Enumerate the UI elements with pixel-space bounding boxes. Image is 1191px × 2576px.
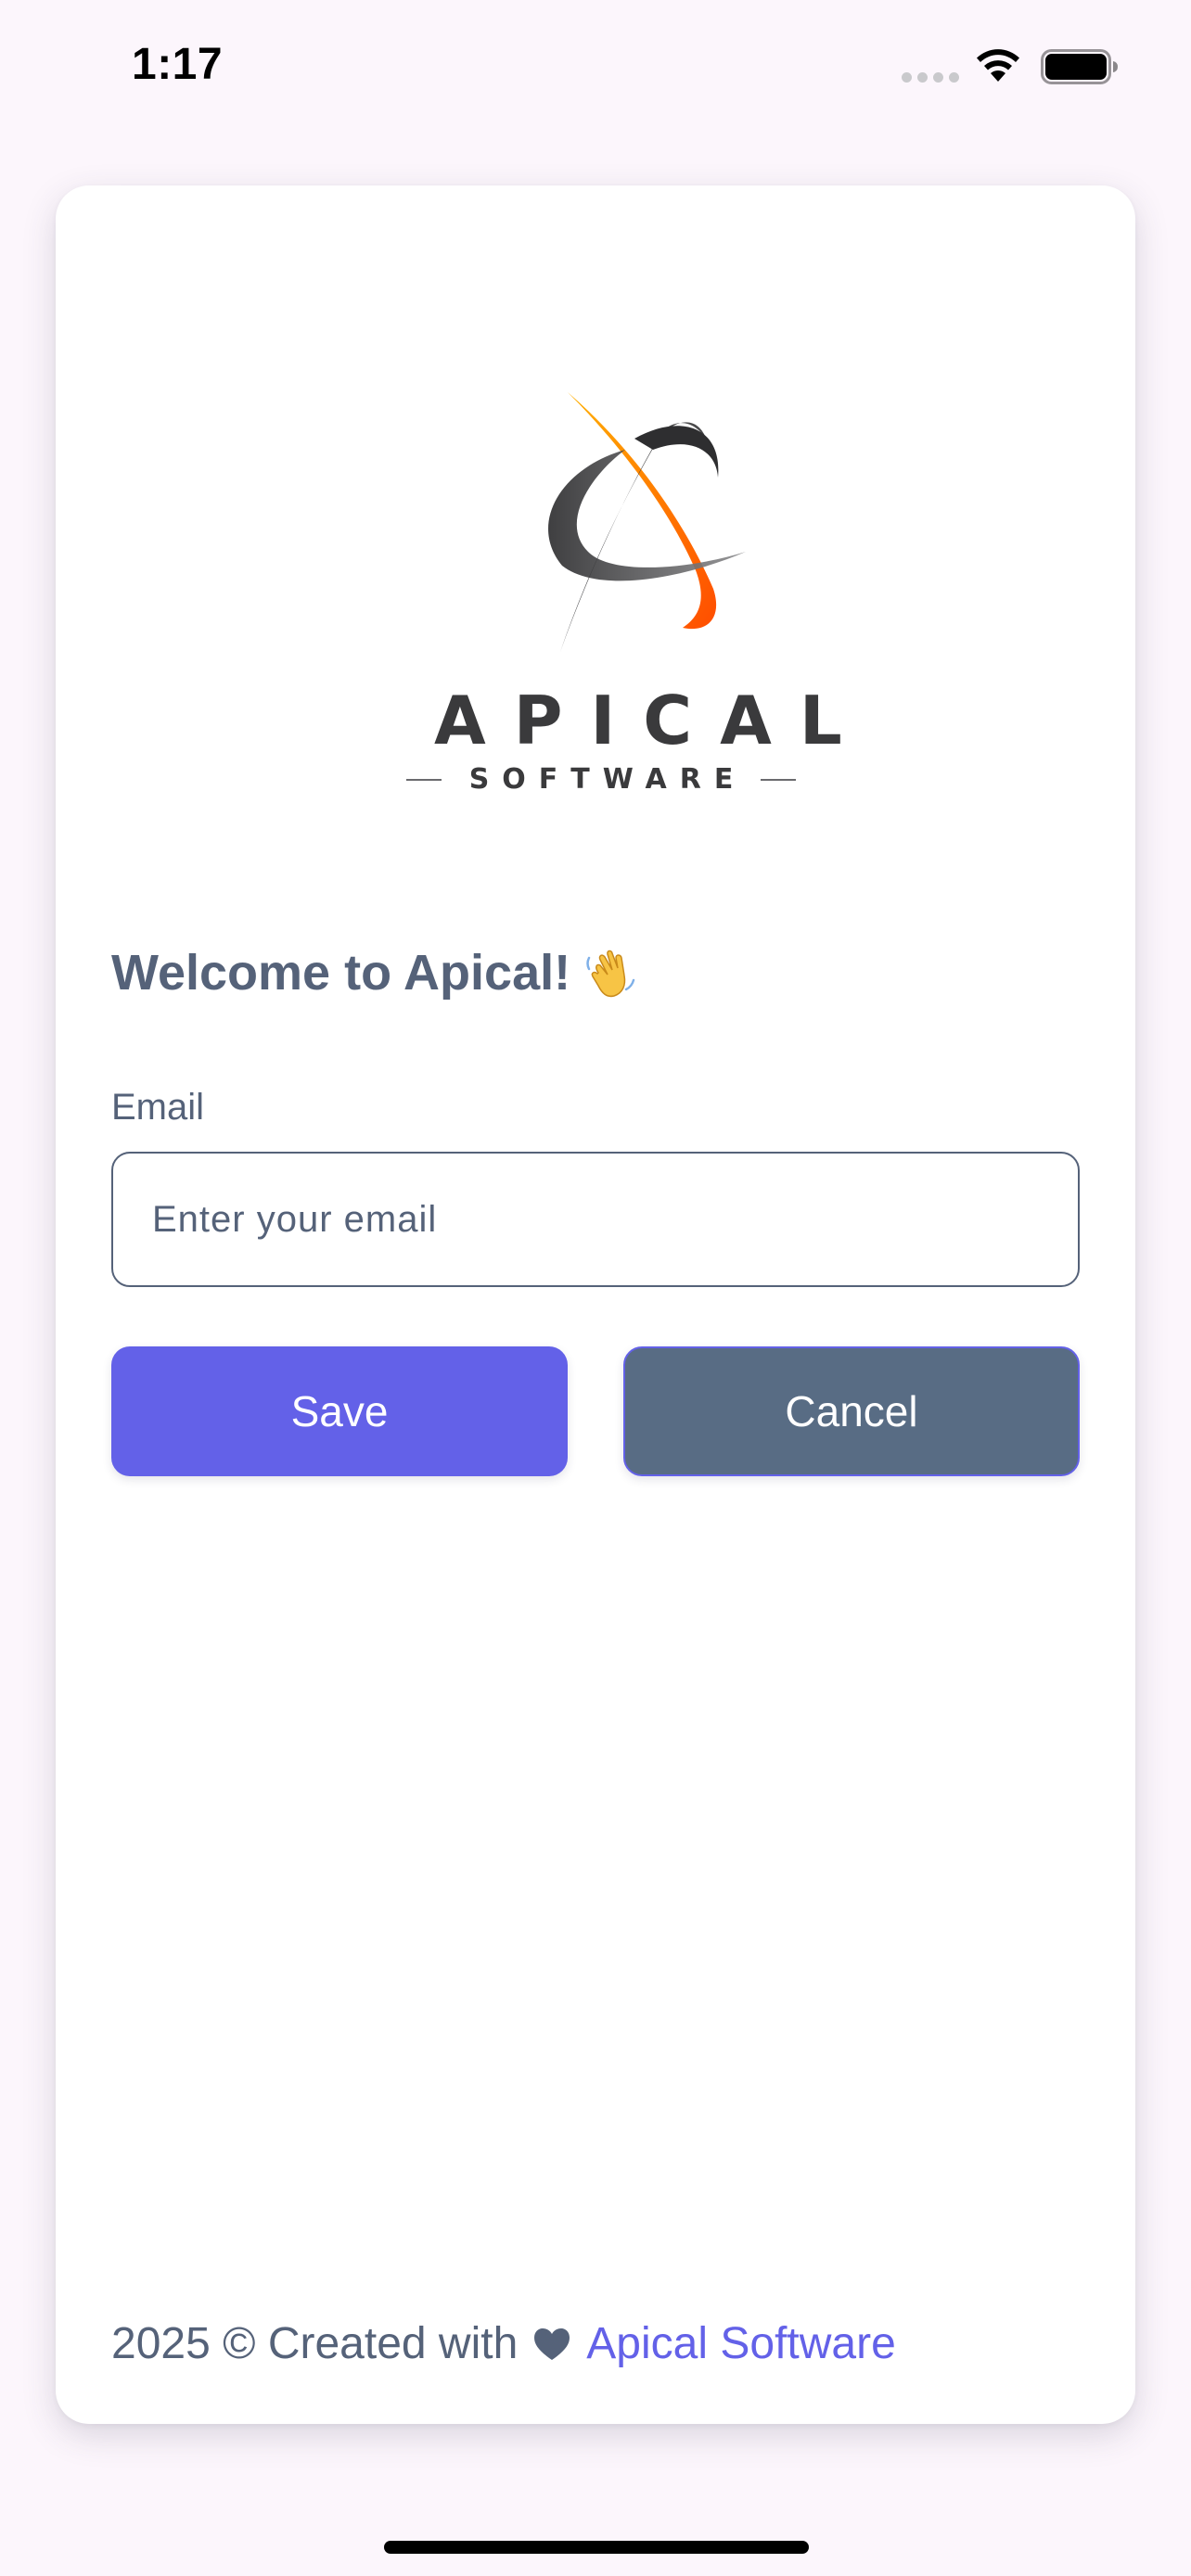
cancel-button[interactable]: Cancel bbox=[623, 1346, 1080, 1476]
status-bar: 1:17 bbox=[0, 0, 1191, 139]
apical-logo-mark-icon bbox=[548, 392, 746, 652]
home-indicator[interactable] bbox=[384, 2541, 809, 2554]
logo-wordmark: APICAL bbox=[434, 682, 870, 759]
logo-subtitle: SOFTWARE bbox=[406, 763, 796, 796]
save-button[interactable]: Save bbox=[111, 1346, 568, 1476]
wifi-icon bbox=[977, 49, 1019, 82]
waving-hand-icon bbox=[586, 950, 635, 998]
login-card: APICAL SOFTWARE bbox=[56, 185, 1135, 2424]
email-field[interactable] bbox=[111, 1152, 1080, 1287]
cellular-signal-icon bbox=[902, 72, 959, 83]
welcome-text: Welcome to Apical! bbox=[111, 945, 571, 1001]
apical-logo: APICAL SOFTWARE bbox=[406, 385, 870, 988]
logo-rule-left bbox=[406, 778, 442, 781]
footer: 2025 © Created with Apical Software bbox=[111, 2318, 896, 2369]
heart-icon bbox=[534, 2327, 570, 2360]
logo-rule-right bbox=[761, 778, 796, 781]
status-time: 1:17 bbox=[132, 40, 224, 89]
logo-subtitle-text: SOFTWARE bbox=[468, 763, 747, 796]
welcome-heading: Welcome to Apical! bbox=[111, 944, 639, 1001]
footer-text: 2025 © Created with bbox=[111, 2319, 519, 2368]
apical-software-link[interactable]: Apical Software bbox=[586, 2318, 896, 2369]
email-label: Email bbox=[111, 1087, 205, 1128]
battery-icon bbox=[1041, 49, 1118, 84]
